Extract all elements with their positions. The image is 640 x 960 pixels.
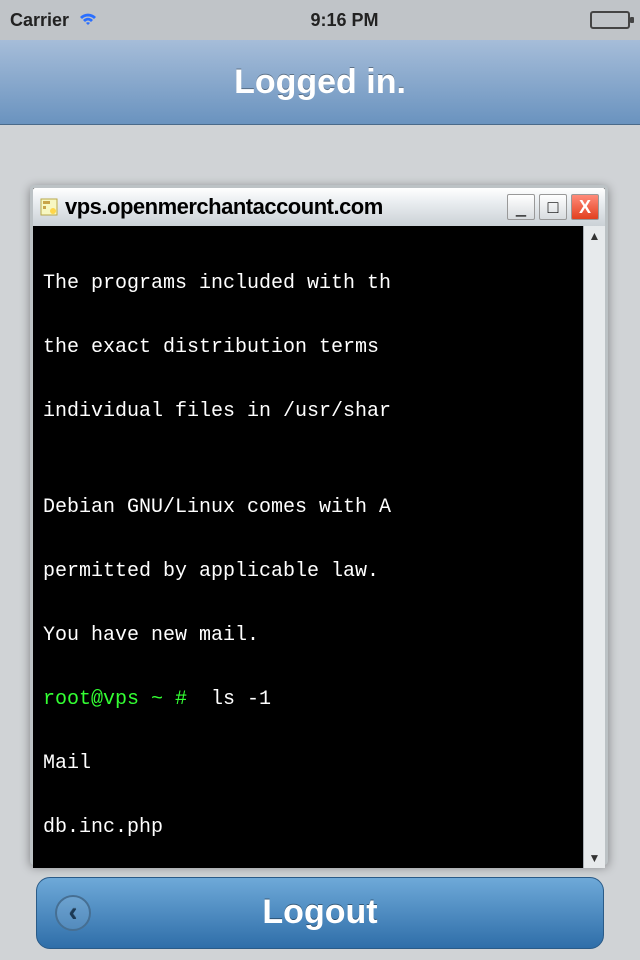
- window-titlebar: vps.openmerchantaccount.com _ □ X: [33, 188, 605, 226]
- chevron-left-icon[interactable]: ‹: [55, 895, 91, 931]
- logout-label: Logout: [262, 893, 377, 932]
- page-title: Logged in.: [0, 40, 640, 125]
- scrollbar-track[interactable]: [584, 246, 605, 848]
- close-button[interactable]: X: [571, 194, 599, 220]
- terminal-window: vps.openmerchantaccount.com _ □ X The pr…: [30, 185, 608, 865]
- wifi-icon: [77, 7, 99, 33]
- shell-prompt: root@vps ~ #: [43, 688, 187, 711]
- carrier-label: Carrier: [10, 10, 69, 31]
- minimize-button[interactable]: _: [507, 194, 535, 220]
- content-area: vps.openmerchantaccount.com _ □ X The pr…: [0, 125, 640, 865]
- battery-icon: [590, 11, 630, 29]
- logout-button[interactable]: ‹ Logout: [36, 877, 604, 949]
- terminal-output: The programs included with th the exact …: [33, 226, 583, 868]
- maximize-button[interactable]: □: [539, 194, 567, 220]
- status-bar: Carrier 9:16 PM: [0, 0, 640, 40]
- window-title: vps.openmerchantaccount.com: [65, 194, 501, 220]
- scroll-up-icon[interactable]: ▲: [585, 226, 605, 246]
- clock-label: 9:16 PM: [311, 10, 379, 31]
- bottom-toolbar: ‹ Logout: [0, 865, 640, 960]
- vertical-scrollbar[interactable]: ▲ ▼: [583, 226, 605, 868]
- putty-icon: [39, 197, 59, 217]
